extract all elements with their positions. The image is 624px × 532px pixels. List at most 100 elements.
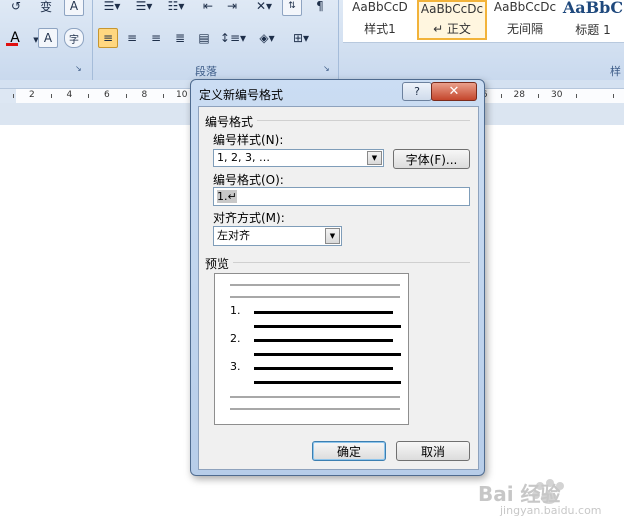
style-item-normal[interactable]: AaBbCcDc ↵ 正文 xyxy=(417,0,487,40)
help-button[interactable]: ? xyxy=(402,82,432,101)
style-name: ↵ 正文 xyxy=(433,22,471,36)
font-button[interactable]: 字体(F)... xyxy=(393,149,470,169)
align-center-button[interactable]: ≡ xyxy=(122,28,142,48)
style-item-heading-1[interactable]: AaBbC 标题 1 xyxy=(562,0,624,40)
section-divider xyxy=(257,120,470,121)
ok-button[interactable]: 确定 xyxy=(312,441,386,461)
style-sample: AaBbC xyxy=(562,0,624,17)
style-item-1[interactable]: AaBbCcD 样式1 xyxy=(345,0,415,40)
sort-icon: ⇅ xyxy=(288,1,296,11)
section-divider xyxy=(233,262,470,263)
decrease-indent-icon: ⇤ xyxy=(202,0,214,13)
chevron-down-icon[interactable]: ▼ xyxy=(367,151,382,165)
paragraph-group-launcher-icon[interactable]: ↘ xyxy=(323,64,330,73)
paragraph-group-label: 段落 xyxy=(195,65,217,78)
preview-gray-line xyxy=(230,396,400,398)
number-format-value: 1.↵ xyxy=(217,190,237,203)
char-shading-button[interactable]: A xyxy=(38,28,58,48)
preview-number: 1. xyxy=(230,304,241,317)
multilevel-list-button[interactable]: ☷▾ xyxy=(162,0,190,16)
char-border-button[interactable]: A xyxy=(64,0,84,16)
font-color-swatch xyxy=(6,43,18,46)
group-divider xyxy=(92,0,93,80)
show-marks-button[interactable]: ¶ xyxy=(310,0,330,16)
enclose-char-button[interactable]: 字 xyxy=(64,28,84,48)
change-case-button[interactable]: 变 xyxy=(36,0,56,16)
font-group-launcher-icon[interactable]: ↘ xyxy=(75,64,82,73)
preview-text-line xyxy=(254,339,393,342)
dialog-body: 编号格式 编号样式(N): 1, 2, 3, … ▼ 字体(F)... 编号格式… xyxy=(198,106,479,470)
number-format-label: 编号格式(O): xyxy=(213,173,284,187)
distributed-button[interactable]: ▤ xyxy=(194,28,214,48)
group-divider xyxy=(338,0,339,80)
preview-pane: 1. 2. 3. xyxy=(214,273,409,425)
number-format-section-title: 编号格式 xyxy=(205,115,254,129)
align-right-icon: ≡ xyxy=(150,31,162,45)
close-button[interactable]: ✕ xyxy=(431,82,477,101)
align-center-icon: ≡ xyxy=(126,31,138,45)
style-name: 样式1 xyxy=(364,22,396,36)
define-number-format-dialog: 定义新编号格式 ? ✕ 编号格式 编号样式(N): 1, 2, 3, … ▼ 字… xyxy=(190,79,485,476)
preview-gray-line xyxy=(230,296,400,298)
baidu-watermark: Bai 经验 jingyan.baidu.com xyxy=(478,478,618,520)
justify-button[interactable]: ≣ xyxy=(170,28,190,48)
style-sample: AaBbCcD xyxy=(352,0,408,14)
ruler-number: 30 xyxy=(551,90,563,100)
cancel-button[interactable]: 取消 xyxy=(396,441,470,461)
chinese-layout-button[interactable]: ✕▾ xyxy=(250,0,278,16)
ribbon: ↺ 变 A A ▼ A 字 ↘ ☰▾ ☰▾ ☷▾ ⇤ ⇥ ✕▾ ⇅ ¶ ≡ ≡ … xyxy=(0,0,624,81)
ruler-tick xyxy=(125,94,127,98)
decrease-indent-button[interactable]: ⇤ xyxy=(198,0,218,16)
style-sample: AaBbCcDc xyxy=(493,0,557,14)
ruler-tick xyxy=(13,94,15,98)
ruler-number: 6 xyxy=(104,90,110,100)
numbering-icon: ☰▾ xyxy=(135,0,153,13)
style-sample: AaBbCcDc xyxy=(420,2,484,16)
justify-icon: ≣ xyxy=(174,31,186,45)
preview-text-line xyxy=(254,353,401,356)
increase-indent-icon: ⇥ xyxy=(226,0,238,13)
alignment-value: 左对齐 xyxy=(217,229,250,242)
chevron-down-icon[interactable]: ▼ xyxy=(325,228,340,244)
ruler-tick xyxy=(538,94,540,98)
clear-format-icon[interactable]: ↺ xyxy=(6,0,26,16)
font-color-button[interactable]: A xyxy=(2,28,28,48)
number-style-select[interactable]: 1, 2, 3, … ▼ xyxy=(213,149,384,167)
preview-section-title: 预览 xyxy=(205,257,230,271)
number-format-input[interactable]: 1.↵ xyxy=(213,187,470,206)
ruler-number: 2 xyxy=(29,90,35,100)
align-left-button[interactable]: ≡ xyxy=(98,28,118,48)
number-style-label: 编号样式(N): xyxy=(213,133,284,147)
ruler-tick xyxy=(50,94,52,98)
sort-button[interactable]: ⇅ xyxy=(282,0,302,16)
bullets-icon: ☰▾ xyxy=(103,0,121,13)
watermark-url: jingyan.baidu.com xyxy=(500,504,602,517)
preview-number: 3. xyxy=(230,360,241,373)
borders-icon: ⊞▾ xyxy=(292,31,310,45)
styles-group-label: 样 xyxy=(610,65,621,78)
number-style-value: 1, 2, 3, … xyxy=(217,151,270,164)
multilevel-list-icon: ☷▾ xyxy=(167,0,185,13)
distributed-icon: ▤ xyxy=(198,31,210,45)
increase-indent-button[interactable]: ⇥ xyxy=(222,0,242,16)
align-right-button[interactable]: ≡ xyxy=(146,28,166,48)
shading-button[interactable]: ◈▾ xyxy=(252,28,282,48)
dialog-title: 定义新编号格式 xyxy=(199,88,284,102)
preview-text-line xyxy=(254,325,401,328)
alignment-select[interactable]: 左对齐 ▼ xyxy=(213,226,342,246)
numbering-button[interactable]: ☰▾ xyxy=(130,0,158,16)
preview-text-line xyxy=(254,381,401,384)
borders-button[interactable]: ⊞▾ xyxy=(286,28,316,48)
line-spacing-button[interactable]: ↕≡▾ xyxy=(218,28,248,48)
preview-gray-line xyxy=(230,408,400,410)
bullets-button[interactable]: ☰▾ xyxy=(98,0,126,16)
styles-gallery: AaBbCcD 样式1 AaBbCcDc ↵ 正文 AaBbCcDc 无间隔 A… xyxy=(343,0,624,43)
ruler-tick xyxy=(575,94,577,98)
style-item-no-spacing[interactable]: AaBbCcDc 无间隔 xyxy=(490,0,560,40)
close-icon: ✕ xyxy=(448,84,460,99)
ruler-tick xyxy=(613,94,615,98)
enclose-char-icon: 字 xyxy=(69,34,79,46)
alignment-label: 对齐方式(M): xyxy=(213,211,285,225)
shading-bucket-icon: ◈▾ xyxy=(259,31,275,45)
help-icon: ? xyxy=(414,85,420,98)
